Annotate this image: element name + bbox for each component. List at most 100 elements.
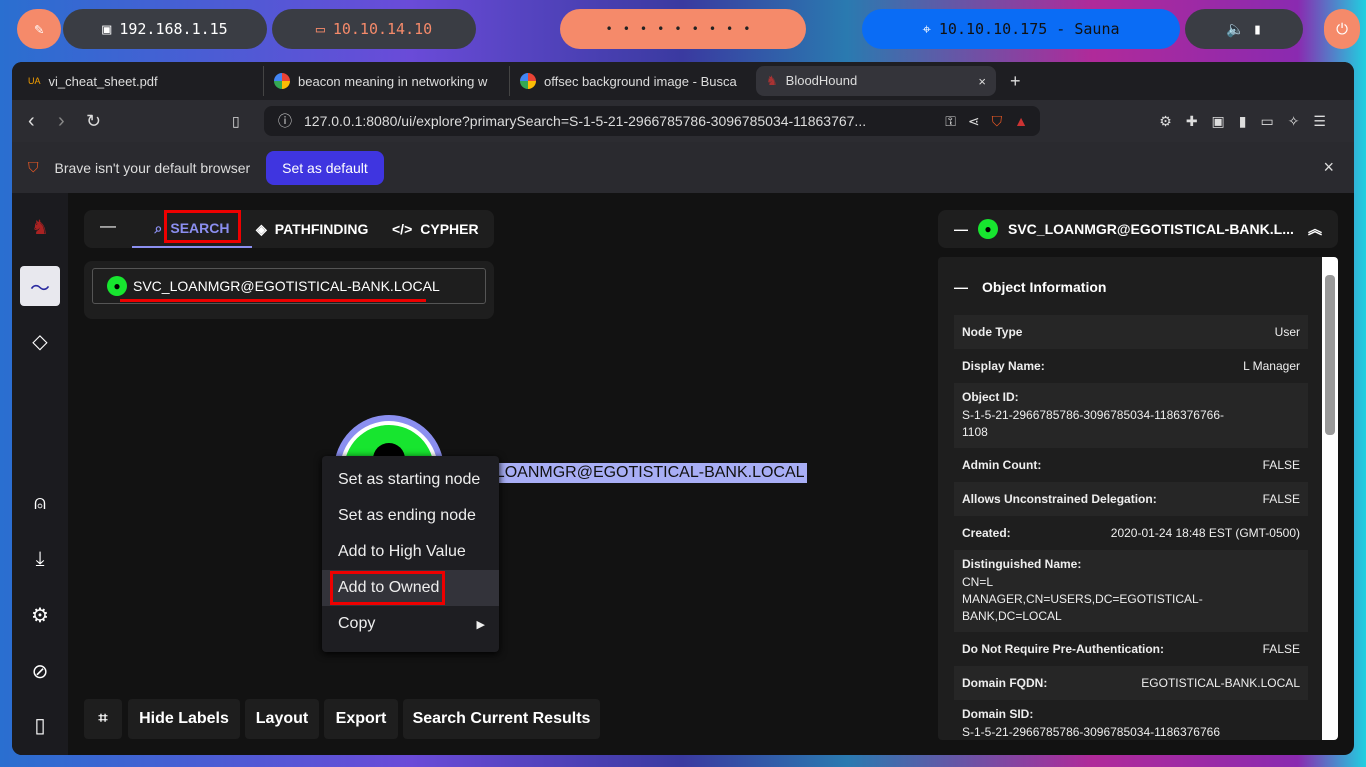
collapse-icon[interactable]: — [100,218,116,236]
bloodhound-app: ♞ 〜 ◇ ⍝ ⤓ ⚙ ⊘ ▯ — ⌕ SEARCH ◈ PATHFINDING <… [12,193,1354,755]
reload-icon[interactable]: ↻ [86,111,101,132]
brave-icon: ⛉ [28,159,39,175]
vpn-ip: 10.10.14.10 [332,20,433,38]
set-default-button[interactable]: Set as default [266,150,384,185]
file-search-icon[interactable]: ▯ [20,705,60,745]
section-title: Object Information [982,279,1107,295]
collapse-icon: — [954,279,968,295]
crosshair-icon: ⌖ [922,20,931,38]
annotation-underline [120,299,426,302]
property-row: Object ID: S-1-5-21-2966785786-3096785034… [954,383,1308,448]
entity-title: SVC_LOANMGR@EGOTISTICAL-BANK.L... [1008,221,1294,237]
object-information-header[interactable]: — Object Information [938,257,1338,295]
property-value: CN=L MANAGER,CN=USERS,DC=EGOTISTICAL-BAN… [962,575,1203,623]
property-value: S-1-5-21-2966785786-3096785034-118637676… [962,725,1220,739]
tab-offsec[interactable]: offsec background image - Busca [510,66,756,96]
crop-button[interactable]: ⌗ [84,699,122,739]
tab-label: BloodHound [785,73,858,88]
tab-pathfinding[interactable]: ◈ PATHFINDING [256,210,368,248]
property-row: Domain FQDN: EGOTISTICAL-BANK.LOCAL [954,666,1308,700]
route-icon: ◈ [256,220,267,237]
sidebar: ♞ 〜 ◇ ⍝ ⤓ ⚙ ⊘ ▯ [12,193,68,755]
new-tab-button[interactable]: + [1010,71,1021,92]
property-value: FALSE [1262,458,1300,472]
brave-rewards-icon[interactable]: ▲ [1014,113,1028,129]
forward-icon[interactable]: › [58,110,65,133]
property-row: Node Type User [954,315,1308,349]
hide-labels-button[interactable]: Hide Labels [128,699,240,739]
bookmark-icon[interactable]: ▯ [232,113,240,130]
layout-button[interactable]: Layout [245,699,319,739]
property-value: S-1-5-21-2966785786-3096785034-118637676… [962,408,1224,439]
property-key: Node Type [962,325,1023,339]
vpn-ip-widget: ▭ 10.10.14.10 [272,9,476,49]
property-value: User [1274,325,1300,339]
scrollbar[interactable] [1322,257,1338,740]
laptop-icon: ▭ [315,20,325,38]
entity-header: — ● SVC_LOANMGR@EGOTISTICAL-BANK.L... ︽ [938,210,1338,248]
bloodhound-icon: ♞ [766,73,778,88]
extensions-icons[interactable]: ⚙✚▣▮▭✧☰ [1159,113,1340,130]
tab-vi-cheat-sheet[interactable]: UA vi_cheat_sheet.pdf [18,66,264,96]
search-panel: ● SVC_LOANMGR@EGOTISTICAL-BANK.LOCAL [84,261,494,319]
menu-add-owned[interactable]: Add to Owned [322,570,499,606]
collapse-icon[interactable]: — [954,221,968,237]
tab-bloodhound[interactable]: ♞ BloodHound × [756,66,996,96]
download-icon[interactable]: ⤓ [20,539,60,579]
info-icon: ⓘ [278,113,292,129]
address-bar[interactable]: ⓘ 127.0.0.1:8080/ui/explore?primarySearch… [264,106,1040,136]
property-value: FALSE [1262,642,1300,656]
scrollbar-thumb[interactable] [1325,275,1335,435]
crop-icon: ⌗ [98,710,108,727]
search-icon: ⌕ [154,219,163,236]
code-icon: </> [392,221,413,237]
back-icon[interactable]: ‹ [28,110,35,133]
tab-strip: UA vi_cheat_sheet.pdf beacon meaning in n… [12,62,1354,100]
menu-label: Set as ending node [338,507,476,524]
search-current-results-button[interactable]: Search Current Results [403,699,600,739]
explore-icon[interactable]: 〜 [20,266,60,306]
default-browser-bar: ⛉ Brave isn't your default browser Set a… [12,142,1354,193]
power-button[interactable]: ⏻ [1324,9,1360,49]
property-row: Domain SID: S-1-5-21-2966785786-309678503… [954,700,1308,740]
brave-shield-icon[interactable]: ⛉ [992,113,1003,130]
target-widget: ⌖ 10.10.10.175 - Sauna [862,9,1180,49]
property-value: 2020-01-24 18:48 EST (GMT-0500) [1110,526,1300,540]
property-row: Created: 2020-01-24 18:48 EST (GMT-0500) [954,516,1308,550]
search-value: SVC_LOANMGR@EGOTISTICAL-BANK.LOCAL [133,278,440,294]
volume-icon: 🔈 [1226,20,1245,38]
menu-set-ending-node[interactable]: Set as ending node [322,498,499,534]
property-key: Display Name: [962,359,1045,373]
annotation-box [330,571,445,605]
tab-label: PATHFINDING [274,221,369,237]
local-ip: 192.168.1.15 [119,20,228,38]
nav-panel: — ⌕ SEARCH ◈ PATHFINDING </> CYPHER [84,210,494,248]
menu-add-high-value[interactable]: Add to High Value [322,534,499,570]
tab-cypher[interactable]: </> CYPHER [392,210,479,248]
battery-icon: ▮ [1252,20,1262,38]
property-key: Admin Count: [962,458,1042,472]
menu-copy[interactable]: Copy ▶ [322,606,499,642]
expand-collapse-icon[interactable]: ︽ [1308,219,1322,239]
share-icon[interactable]: ⋖ [968,113,980,130]
tab-beacon[interactable]: beacon meaning in networking w [264,66,510,96]
export-button[interactable]: Export [324,699,398,739]
compass-icon[interactable]: ⊘ [20,651,60,691]
context-menu: Set as starting node Set as ending node … [322,456,499,652]
workspace-switcher[interactable]: ••••••••• [560,9,806,49]
group-management-icon[interactable]: ◇ [20,321,60,361]
key-icon[interactable]: ⚿ [945,113,956,130]
profile-icon[interactable]: ⍝ [20,483,60,523]
close-tab-icon[interactable]: × [978,74,986,89]
menu-set-starting-node[interactable]: Set as starting node [322,462,499,498]
menu-label: Set as starting node [338,471,481,488]
user-settings-icon[interactable]: ⚙ [20,595,60,635]
annotation-box [164,210,241,243]
tab-label: vi_cheat_sheet.pdf [48,73,158,89]
property-row: Allows Unconstrained Delegation: FALSE [954,482,1308,516]
property-value: EGOTISTICAL-BANK.LOCAL [1141,676,1300,690]
close-notice-icon[interactable]: × [1323,157,1334,178]
system-tray[interactable]: 🔈 ▮ [1185,9,1303,49]
kali-menu-button[interactable]: ✎ [17,9,61,49]
google-icon [274,73,290,89]
